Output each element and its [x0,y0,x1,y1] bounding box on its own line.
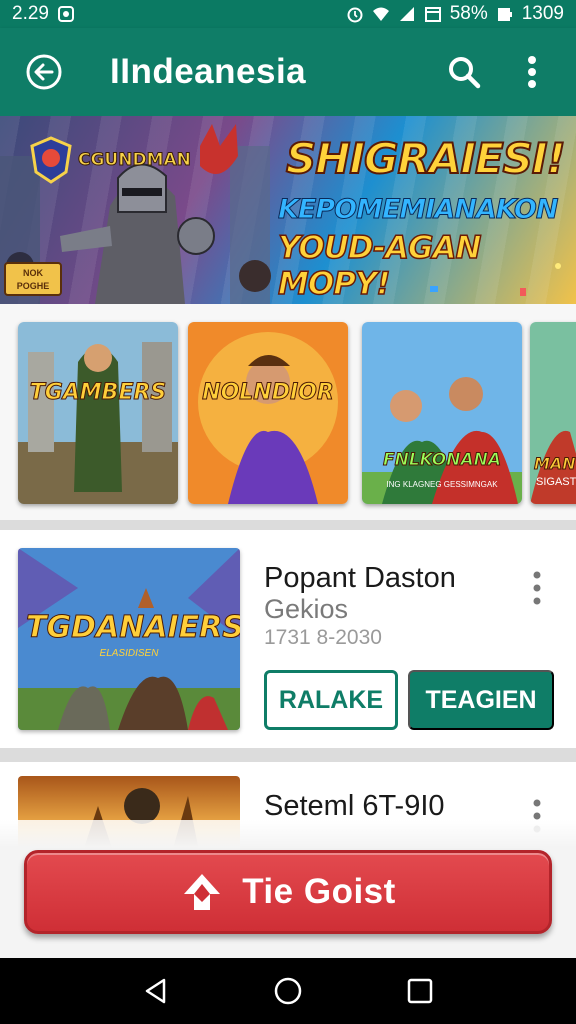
secondary-action-button[interactable]: RALAKE [264,670,398,730]
brand-shield-icon [30,136,72,184]
banner-headline-2: KEPOMEMIANAKON [277,194,558,226]
app-bar: IIndeanesia [0,28,576,116]
nav-recents-button[interactable] [400,971,440,1011]
game-subtitle: Gekios [264,594,349,624]
carousel-tile[interactable]: MAN SIGASTI [530,322,576,504]
app-title: IIndeanesia [110,52,307,91]
square-recents-icon [407,978,433,1004]
tile-title: FNLKONANA [383,450,502,471]
circle-home-icon [274,977,302,1005]
brand-text: CGUNDMAN [78,150,192,171]
divider [0,748,576,762]
primary-action-button[interactable]: TEAGIEN [408,670,554,730]
signal-icon [399,7,414,21]
tile-title: MAN [534,454,576,474]
game-title: Popant Daston [264,562,456,594]
battery-icon [497,8,512,21]
badge-line-1: NOK [23,268,43,278]
tile-subtitle: ING KLAGNEG GESSIMNGAK [386,480,498,489]
wifi-icon [372,7,389,21]
back-arrow-icon [26,54,62,90]
triangle-back-icon [145,978,166,1004]
game-card-thumbnail[interactable]: TGDANAIERS ELASIDISEN [18,548,240,730]
cta-button[interactable]: Tie Goist [24,850,552,934]
tile-subtitle: SIGASTI [536,476,576,488]
tile-artwork [18,322,178,504]
nav-back-button[interactable] [136,971,176,1011]
game-meta: 1731 8-2030 [264,626,382,649]
carousel-tile[interactable]: TGAMBERS [18,322,178,504]
game-card[interactable]: TGDANAIERS ELASIDISEN Popant Daston Geki… [0,530,576,748]
tile-artwork [362,322,522,504]
tile-artwork [188,322,348,504]
status-clock: 1309 [521,3,564,24]
screen: 2.29 58% 1309 IIndeanesia CGUNDMAN NOK P… [0,0,576,1024]
calendar-icon [424,7,441,22]
banner-brand: CGUNDMAN [30,136,191,184]
cta-area: Tie Goist [0,820,576,958]
back-button[interactable] [22,50,66,94]
home-arrow-icon [184,874,221,910]
carousel-tile[interactable]: NOLNDIOR [188,322,348,504]
banner-headline-1: SHIGRAIESI! [285,133,567,184]
more-vert-icon [533,571,541,605]
banner-headline-3: YOUD-AGAN MOPY! [277,229,482,303]
game-title: Seteml 6T-9I0 [264,790,445,822]
thumb-title: TGDANAIERS [26,610,241,646]
banner-badge: NOK POGHE [4,262,62,296]
thumb-subtitle: ELASIDISEN [99,648,159,659]
battery-percent: 58% [449,3,488,24]
alarm-icon [347,7,363,23]
search-icon [449,57,481,89]
promo-banner[interactable]: CGUNDMAN NOK POGHE SHIGRAIESI! KEPOMEMIA… [0,116,576,304]
system-nav-bar [0,958,576,1024]
game-carousel[interactable]: TGAMBERS NOLNDIOR FNLKONANA ING KLAGNEG … [0,304,576,520]
status-time: 2.29 [12,3,49,24]
divider [0,520,576,530]
cta-label: Tie Goist [242,872,396,911]
tile-title: NOLNDIOR [202,380,335,406]
nav-home-button[interactable] [268,971,308,1011]
badge-line-2: POGHE [16,281,50,291]
status-bar: 2.29 58% 1309 [0,0,576,28]
tile-title: TGAMBERS [29,380,167,406]
notification-icon [57,6,74,22]
more-options-button[interactable] [510,50,554,94]
more-vert-icon [528,56,536,88]
search-button[interactable] [442,50,486,94]
carousel-tile[interactable]: FNLKONANA ING KLAGNEG GESSIMNGAK [362,322,522,504]
card-more-button[interactable] [526,568,548,608]
